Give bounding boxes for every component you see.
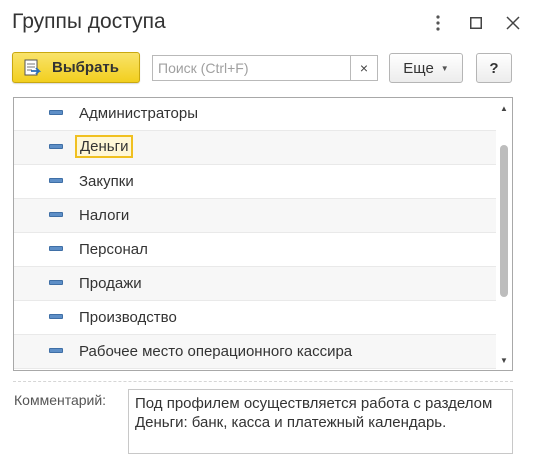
divider xyxy=(13,381,513,382)
group-item-icon xyxy=(49,246,63,251)
group-item-icon xyxy=(49,348,63,353)
list-item-label: Продажи xyxy=(79,275,142,292)
list-item-label: Производство xyxy=(79,309,177,326)
list-item-label: Деньги xyxy=(75,135,134,158)
group-item-icon xyxy=(49,280,63,285)
vertical-scrollbar[interactable]: ▲ ▼ xyxy=(497,98,511,370)
list-item[interactable]: Производство xyxy=(14,301,496,335)
group-item-icon xyxy=(49,178,63,183)
chevron-down-icon: ▼ xyxy=(440,63,449,73)
more-button-label: Еще xyxy=(403,59,434,77)
list-item[interactable]: Налоги xyxy=(14,199,496,233)
search-input[interactable] xyxy=(153,56,354,80)
list-item-label: Налоги xyxy=(79,207,130,224)
clear-search-button[interactable]: × xyxy=(350,56,377,80)
list-item-label: Закупки xyxy=(79,173,134,190)
close-icon[interactable] xyxy=(502,12,524,34)
title-bar: Группы доступа xyxy=(0,0,535,48)
list-item[interactable]: Продажи xyxy=(14,267,496,301)
list-item[interactable]: Деньги xyxy=(14,131,496,165)
group-item-icon xyxy=(49,144,63,149)
list-item[interactable]: Администраторы xyxy=(14,98,496,131)
select-button[interactable]: Выбрать xyxy=(12,52,140,83)
group-item-icon xyxy=(49,212,63,217)
list-item-label: Персонал xyxy=(79,241,148,258)
command-bar: Выбрать × Еще ▼ ? xyxy=(0,52,535,86)
window-title: Группы доступа xyxy=(12,10,166,33)
list-item-label: Рабочее место операционного кассира xyxy=(79,343,353,360)
list-item[interactable]: Рабочее место операционного кассира xyxy=(14,335,496,369)
group-item-icon xyxy=(49,110,63,115)
select-arrow-icon xyxy=(22,58,42,78)
list-rows: Администраторы Деньги Закупки Налоги Персона… xyxy=(14,98,512,369)
list-item[interactable]: Персонал xyxy=(14,233,496,267)
list-item[interactable]: Закупки xyxy=(14,165,496,199)
access-groups-list[interactable]: Администраторы Деньги Закупки Налоги Персона… xyxy=(13,97,513,371)
maximize-icon[interactable] xyxy=(465,12,487,34)
group-item-icon xyxy=(49,314,63,319)
search-field[interactable]: × xyxy=(152,55,378,81)
more-vertical-icon[interactable] xyxy=(427,12,449,34)
scroll-up-icon[interactable]: ▲ xyxy=(499,102,509,114)
select-button-label: Выбрать xyxy=(52,59,119,76)
list-item-label: Администраторы xyxy=(79,105,199,122)
comment-label: Комментарий: xyxy=(14,392,107,408)
scroll-thumb[interactable] xyxy=(500,145,508,297)
help-button[interactable]: ? xyxy=(476,53,512,83)
scroll-down-icon[interactable]: ▼ xyxy=(499,354,509,366)
comment-field[interactable]: Под профилем осуществляется работа с раз… xyxy=(128,389,513,454)
more-button[interactable]: Еще ▼ xyxy=(389,53,463,83)
